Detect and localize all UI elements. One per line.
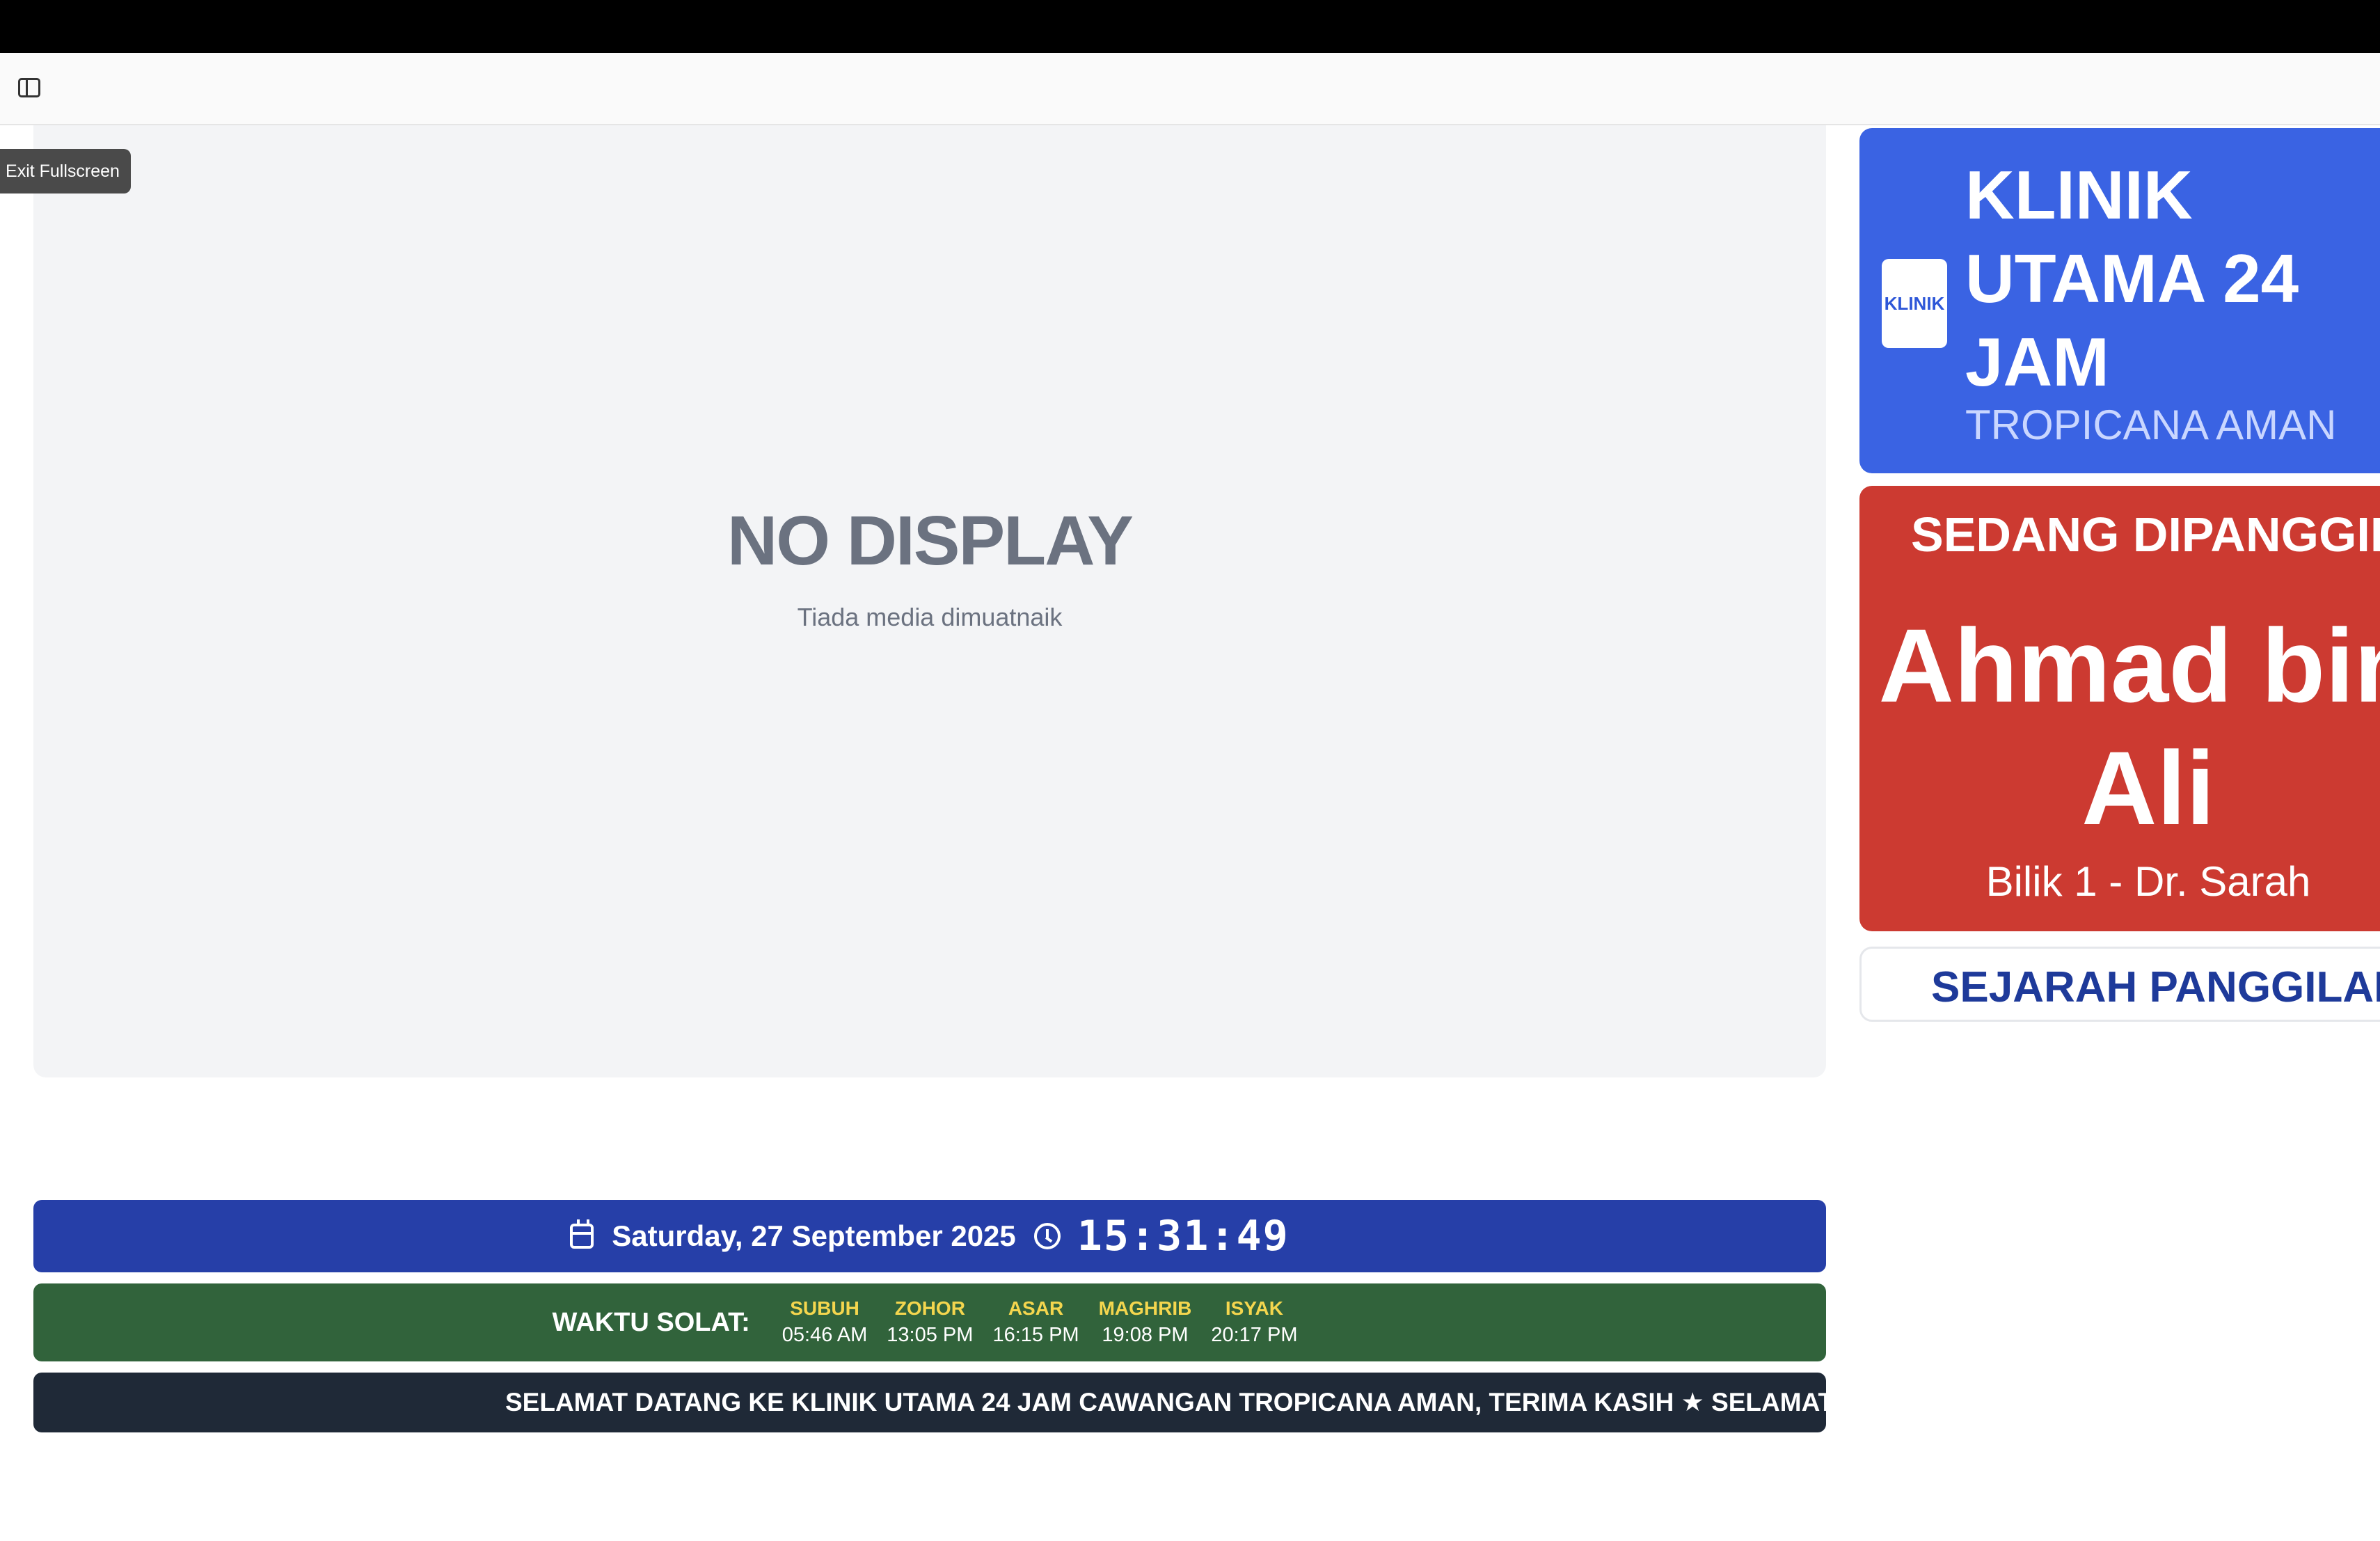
prayer-item: ZOHOR 13:05 PM [887, 1296, 973, 1349]
clinic-logo: KLINIK [1882, 259, 1947, 348]
clinic-header-card: KLINIK KLINIK UTAMA 24 JAM TROPICANA AMA… [1859, 128, 2380, 473]
prayer-name: ASAR [1008, 1297, 1064, 1319]
now-calling-card: SEDANG DIPANGGIL Ahmad bin Ali Bilik 1 -… [1859, 486, 2380, 931]
prayer-name: SUBUH [790, 1297, 859, 1319]
top-black-bar [0, 0, 2380, 53]
prayer-time: 19:08 PM [1102, 1324, 1189, 1346]
sidebar-toggle-icon[interactable] [18, 78, 40, 97]
clinic-branch: TROPICANA AMAN [1965, 402, 2337, 448]
call-history-card[interactable]: SEJARAH PANGGILAN [1859, 947, 2380, 1022]
clinic-name: KLINIK UTAMA 24 JAM [1965, 157, 2299, 400]
now-calling-patient-name: Ahmad bin Ali [1878, 607, 2380, 846]
datetime-bar: Saturday, 27 September 2025 15:31:49 [33, 1200, 1826, 1272]
prayer-item: ISYAK 20:17 PM [1211, 1296, 1297, 1349]
prayer-name: MAGHRIB [1098, 1297, 1192, 1319]
no-display-subtitle: Tiada media dimuatnaik [797, 603, 1063, 631]
prayer-times-bar: WAKTU SOLAT: SUBUH 05:46 AM ZOHOR 13:05 … [33, 1283, 1826, 1361]
prayer-time: 16:15 PM [992, 1324, 1079, 1346]
browser-toolbar [0, 53, 2380, 125]
ticker-text: SELAMAT DATANG KE KLINIK UTAMA 24 JAM CA… [505, 1388, 1826, 1416]
prayer-time: 20:17 PM [1211, 1324, 1298, 1346]
current-date: Saturday, 27 September 2025 [612, 1219, 1016, 1252]
prayer-time: 13:05 PM [887, 1324, 974, 1346]
media-panel: NO DISPLAY Tiada media dimuatnaik [33, 125, 1826, 1077]
call-history-label: SEJARAH PANGGILAN [1931, 963, 2380, 1011]
calendar-icon [570, 1219, 594, 1249]
announcement-ticker: SELAMAT DATANG KE KLINIK UTAMA 24 JAM CA… [33, 1373, 1826, 1432]
no-display-title: NO DISPLAY [727, 502, 1134, 580]
exit-fullscreen-button[interactable]: Exit Fullscreen [0, 149, 131, 193]
now-calling-label: SEDANG DIPANGGIL [1911, 507, 2380, 562]
prayer-item: SUBUH 05:46 AM [782, 1296, 868, 1349]
now-calling-room: Bilik 1 - Dr. Sarah [1985, 858, 2311, 905]
prayer-item: ASAR 16:15 PM [992, 1296, 1079, 1349]
prayer-name: ZOHOR [894, 1297, 965, 1319]
prayer-item: MAGHRIB 19:08 PM [1099, 1296, 1192, 1349]
clock-icon [1033, 1223, 1061, 1249]
current-time: 15:31:49 [1077, 1212, 1290, 1261]
prayer-time: 05:46 AM [782, 1324, 868, 1346]
prayer-name: ISYAK [1225, 1297, 1283, 1319]
prayer-times-label: WAKTU SOLAT: [552, 1307, 750, 1337]
